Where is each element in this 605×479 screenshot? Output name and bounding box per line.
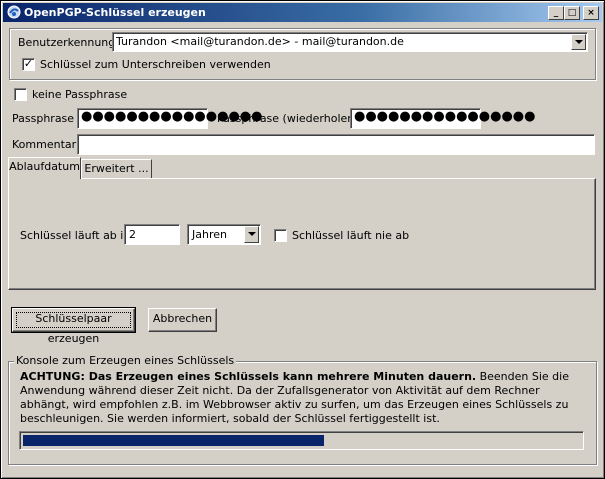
no-passphrase-label: keine Passphrase xyxy=(32,88,128,101)
expiry-unit-select[interactable]: Jahren xyxy=(187,224,261,245)
chevron-down-icon[interactable] xyxy=(244,226,259,243)
chevron-down-icon[interactable] xyxy=(571,34,586,50)
console-message: ACHTUNG: Das Erzeugen eines Schlüssels k… xyxy=(20,370,582,426)
tab-advanced-label: Erweitert ... xyxy=(84,162,149,175)
progress-bar xyxy=(19,431,584,450)
maximize-icon: □ xyxy=(567,8,577,18)
app-icon xyxy=(7,5,21,19)
expiry-amount-value: 2 xyxy=(129,228,136,241)
passphrase-repeat-field[interactable]: ●●●●●●●●●●●●●●●● xyxy=(350,108,536,129)
expiry-unit-value: Jahren xyxy=(192,228,227,241)
passphrase-repeat-label: Passphrase (wiederholen) xyxy=(217,112,359,125)
dialog-window: OpenPGP-Schlüssel erzeugen _ □ × Benutze… xyxy=(0,0,605,479)
signing-label: Schlüssel zum Unterschreiben verwenden xyxy=(40,58,271,71)
never-expires-checkbox[interactable] xyxy=(274,229,287,242)
generate-keypair-button[interactable]: Schlüsselpaar erzeugen xyxy=(11,307,136,345)
minimize-button[interactable]: _ xyxy=(548,6,564,20)
check-icon: ✓ xyxy=(23,57,34,70)
expiry-amount-field[interactable]: 2 xyxy=(124,224,180,245)
comment-field[interactable] xyxy=(77,134,595,155)
passphrase-field[interactable]: ●●●●●●●●●●●●●●●● xyxy=(77,108,263,129)
minimize-icon: _ xyxy=(553,8,559,18)
close-icon: × xyxy=(587,8,595,18)
tab-advanced[interactable]: Erweitert ... xyxy=(81,159,152,178)
progress-fill xyxy=(23,435,324,446)
user-id-label: Benutzerkennung xyxy=(18,36,116,49)
tab-expiry[interactable]: Ablaufdatum xyxy=(8,157,81,179)
never-expires-label: Schlüssel läuft nie ab xyxy=(292,229,410,242)
window-title: OpenPGP-Schlüssel erzeugen xyxy=(24,6,206,19)
comment-label: Kommentar xyxy=(12,138,77,151)
title-bar[interactable]: OpenPGP-Schlüssel erzeugen _ □ × xyxy=(3,3,602,22)
cancel-label: Abbrechen xyxy=(152,312,213,325)
cancel-button[interactable]: Abbrechen xyxy=(148,308,217,332)
user-id-select[interactable]: Turandon <mail@turandon.de> - mail@turan… xyxy=(112,32,588,52)
no-passphrase-checkbox[interactable] xyxy=(14,88,27,101)
close-button[interactable]: × xyxy=(583,6,599,20)
signing-checkbox[interactable]: ✓ xyxy=(22,58,35,71)
console-title: Konsole zum Erzeugen eines Schlüssels xyxy=(14,354,237,367)
expiry-label: Schlüssel läuft ab in xyxy=(20,229,131,242)
tab-expiry-label: Ablaufdatum xyxy=(9,160,80,173)
focus-rect xyxy=(16,312,131,328)
console-warning-bold: ACHTUNG: Das Erzeugen eines Schlüssels k… xyxy=(20,370,477,383)
passphrase-label: Passphrase xyxy=(12,112,75,125)
user-id-value: Turandon <mail@turandon.de> - mail@turan… xyxy=(116,35,404,48)
maximize-button[interactable]: □ xyxy=(564,6,580,20)
